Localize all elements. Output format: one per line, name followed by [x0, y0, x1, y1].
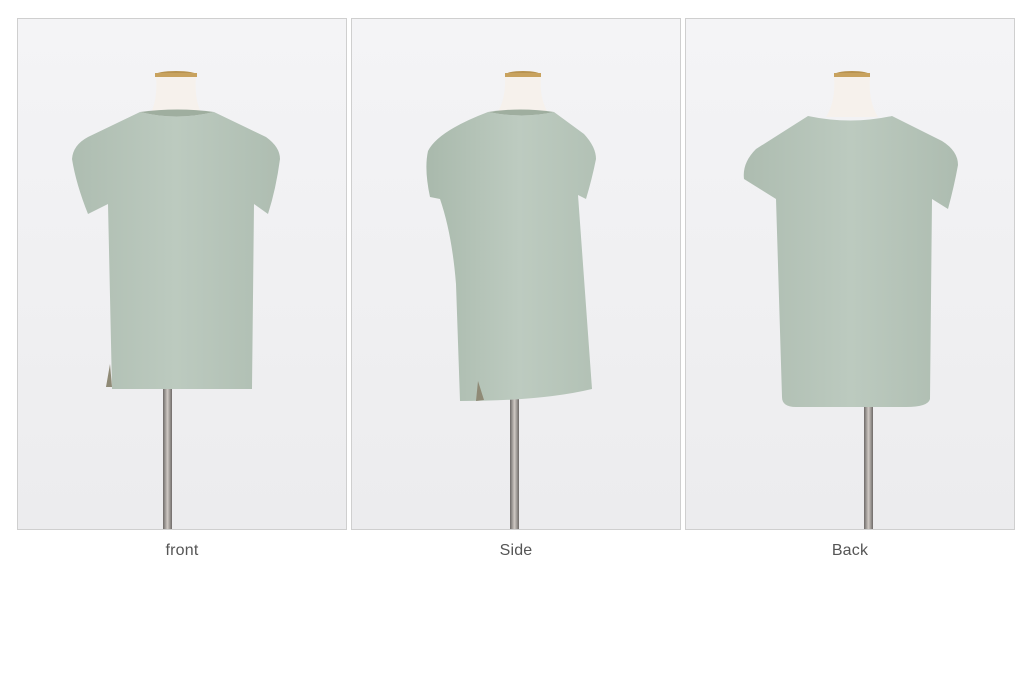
- product-image-gallery: front Side Back: [17, 18, 1015, 578]
- product-photo-back[interactable]: [685, 18, 1015, 530]
- mannequin-back-icon: [686, 19, 1014, 529]
- caption-side: Side: [499, 542, 533, 559]
- gallery-item-front[interactable]: front: [17, 18, 347, 559]
- product-photo-front[interactable]: [17, 18, 347, 530]
- mannequin-side-icon: [352, 19, 680, 529]
- product-photo-side[interactable]: [351, 18, 681, 530]
- gallery-item-side[interactable]: Side: [351, 18, 681, 559]
- gallery-item-back[interactable]: Back: [685, 18, 1015, 559]
- caption-back: Back: [831, 542, 869, 559]
- caption-front: front: [165, 542, 199, 559]
- mannequin-front-icon: [18, 19, 346, 529]
